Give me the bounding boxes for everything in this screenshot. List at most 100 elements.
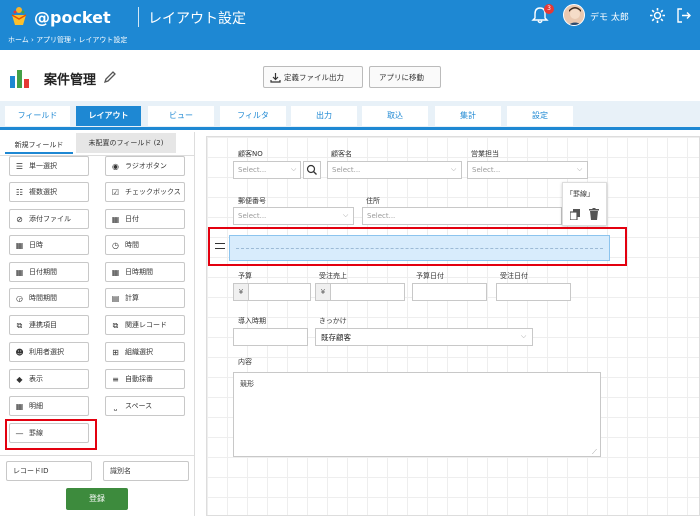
tab-filter[interactable]: フィルタ	[220, 106, 286, 126]
trash-icon[interactable]	[589, 208, 599, 220]
budget-date-input[interactable]	[412, 283, 487, 301]
sales-rep-select[interactable]: Select... ⌵	[467, 161, 588, 179]
placeholder: Select...	[238, 166, 267, 174]
field-record-id[interactable]: レコードID	[6, 461, 92, 481]
field-calculation[interactable]: ▤ 計算	[105, 288, 185, 308]
search-icon[interactable]	[303, 161, 321, 179]
trigger-select[interactable]: 既存顧客 ⌵	[315, 328, 533, 346]
customer-no-select[interactable]: Select... ⌵	[233, 161, 301, 179]
user-name[interactable]: デモ 太郎	[590, 10, 629, 23]
layout-canvas	[206, 136, 700, 516]
order-sales-input[interactable]: ¥	[315, 283, 405, 301]
field-auto-number[interactable]: ≡ 自動採番	[105, 369, 185, 389]
tab-new-fields[interactable]: 新規フィールド	[5, 137, 73, 154]
placeholder: Select...	[332, 166, 361, 174]
customer-name-select[interactable]: Select... ⌵	[327, 161, 462, 179]
field-related-record[interactable]: ⧉ 関連レコード	[105, 315, 185, 335]
field-time-range[interactable]: ◶ 時間期間	[9, 288, 89, 308]
address-select[interactable]: Select...	[362, 207, 562, 225]
postal-code-select[interactable]: Select... ⌵	[233, 207, 354, 225]
field-single-select[interactable]: ☰ 単一選択	[9, 156, 89, 176]
field-label: 計算	[125, 294, 139, 302]
field-label: 添付ファイル	[29, 215, 71, 223]
paperclip-icon: ⊘	[16, 215, 23, 224]
field-display[interactable]: ◆ 表示	[9, 369, 89, 389]
field-label: 時間期間	[29, 294, 57, 302]
move-to-app-button[interactable]: アプリに移動	[369, 66, 441, 88]
pencil-icon[interactable]	[103, 70, 117, 84]
field-space[interactable]: ⎵ スペース	[105, 396, 185, 416]
tab-import[interactable]: 取込	[362, 106, 428, 126]
field-label: 日時期間	[125, 268, 153, 276]
resize-grip-icon[interactable]: ⟋	[592, 448, 597, 457]
field-time[interactable]: ◷ 時間	[105, 235, 185, 255]
field-label: 日付	[125, 215, 139, 223]
export-definition-button[interactable]: 定義ファイル出力	[263, 66, 363, 88]
field-user-select[interactable]: ☻ 利用者選択	[9, 342, 89, 362]
field-datetime[interactable]: ▦ 日時	[9, 235, 89, 255]
field-detail-table[interactable]: ▦ 明細	[9, 396, 89, 416]
field-attachment[interactable]: ⊘ 添付ファイル	[9, 209, 89, 229]
radio-icon: ◉	[112, 162, 119, 171]
yen-prefix: ¥	[234, 284, 249, 300]
gear-icon[interactable]	[649, 7, 666, 24]
chevron-down-icon: ⌵	[343, 211, 349, 219]
intro-period-input[interactable]	[233, 328, 308, 346]
rule-popup: 「罫線」	[562, 182, 607, 226]
field-date[interactable]: ▦ 日付	[105, 209, 185, 229]
content-textarea[interactable]: 競形 ⟋	[233, 372, 601, 457]
rule-popup-title: 「罫線」	[566, 190, 594, 198]
app-icon	[10, 68, 32, 88]
logo-text[interactable]: @pocket	[34, 8, 111, 27]
field-label: ラジオボタン	[125, 162, 167, 170]
budget-input[interactable]: ¥	[233, 283, 311, 301]
label-content: 内容	[238, 358, 252, 366]
chevron-down-icon: ⌵	[577, 165, 583, 173]
list-icon: ☰	[15, 162, 24, 171]
move-button-label: アプリに移動	[379, 73, 424, 82]
copy-icon[interactable]	[569, 209, 580, 221]
field-label: 組織選択	[125, 348, 153, 356]
field-label: 単一選択	[29, 162, 57, 170]
tab-view[interactable]: ビュー	[148, 106, 214, 126]
logout-icon[interactable]	[676, 7, 692, 24]
field-datetime-range[interactable]: ▦ 日時期間	[105, 262, 185, 282]
field-label: スペース	[125, 402, 153, 410]
checkbox-icon: ☑	[111, 188, 120, 197]
tab-layout[interactable]: レイアウト	[76, 106, 141, 126]
label-address: 住所	[366, 197, 380, 205]
field-label: 時間	[125, 241, 139, 249]
tab-settings[interactable]: 設定	[507, 106, 573, 126]
field-org-select[interactable]: ⊞ 組織選択	[105, 342, 185, 362]
field-identifier[interactable]: 識別名	[103, 461, 189, 481]
field-linked-item[interactable]: ⧉ 連携項目	[9, 315, 89, 335]
export-button-label: 定義ファイル出力	[284, 73, 344, 82]
field-checkbox[interactable]: ☑ チェックボックス	[105, 182, 185, 202]
label-order-date: 受注日付	[500, 272, 528, 280]
label-trigger: きっかけ	[319, 317, 347, 325]
field-date-range[interactable]: ▦ 日付期間	[9, 262, 89, 282]
register-button[interactable]: 登録	[66, 488, 128, 510]
logo-icon[interactable]	[8, 6, 30, 26]
label-sales-rep: 営業担当	[471, 150, 499, 158]
field-label: 表示	[29, 375, 43, 383]
users-icon: ☻	[15, 348, 24, 357]
header-divider	[138, 7, 139, 27]
tab-aggregate[interactable]: 集計	[435, 106, 501, 126]
calendar-icon: ▦	[111, 215, 120, 224]
field-label: 明細	[29, 402, 43, 410]
breadcrumb-home[interactable]: ホーム	[8, 36, 29, 44]
label-postal-code: 郵便番号	[238, 197, 266, 205]
placeholder: Select...	[238, 212, 267, 220]
field-radio-button[interactable]: ◉ ラジオボタン	[105, 156, 185, 176]
field-multi-select[interactable]: ☷ 複数選択	[9, 182, 89, 202]
table-icon: ▦	[15, 402, 24, 411]
avatar[interactable]	[563, 4, 585, 26]
tab-unplaced-fields[interactable]: 未配置のフィールド (2)	[76, 133, 176, 153]
field-label: 連携項目	[29, 321, 57, 329]
tab-field[interactable]: フィールド	[5, 106, 70, 126]
highlight-rule-row	[208, 227, 627, 266]
tab-output[interactable]: 出力	[291, 106, 357, 126]
breadcrumb-app-admin[interactable]: アプリ管理	[36, 36, 71, 44]
order-date-input[interactable]	[496, 283, 571, 301]
